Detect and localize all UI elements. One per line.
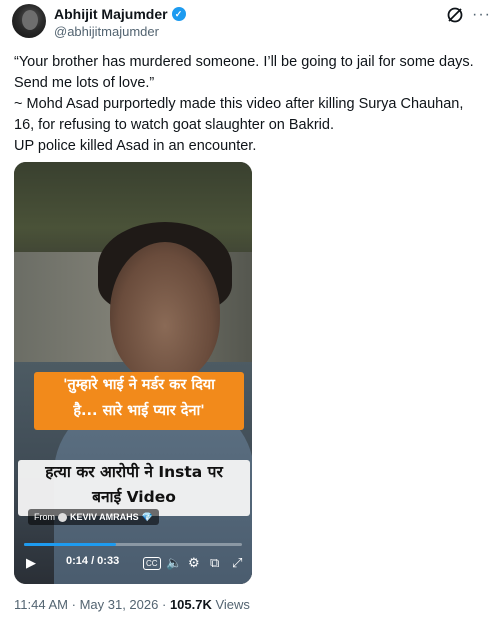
video-player[interactable]: 'तुम्हारे भाई ने मर्डर कर दिया है... सार… [14,162,252,584]
author-name[interactable]: Abhijit Majumder [54,6,168,22]
tweet-line: 16, for refusing to watch goat slaughter… [14,117,334,133]
video-person-face [110,242,220,382]
captions-icon[interactable]: CC [143,557,161,570]
author-handle[interactable]: @abhijitmajumder [54,24,159,39]
fullscreen-icon[interactable]: ⤢ [232,554,242,572]
video-controls: ▶ 0:14 / 0:33 CC 🔈 ⚙ ⧉ ⤢ [14,552,252,576]
source-name[interactable]: KEVIV AMRAHS [70,509,139,525]
tweet-card: Abhijit Majumder ✓ @abhijitmajumder ··· … [0,0,497,632]
video-caption-top: 'तुम्हारे भाई ने मर्डर कर दिया है... सार… [34,372,244,430]
from-label: From [34,512,55,522]
avatar[interactable] [12,4,46,38]
play-icon[interactable]: ▶ [26,554,36,572]
tweet-line: UP police killed Asad in an encounter. [14,138,257,154]
tweet-line: “Your brother has murdered someone. I’ll… [14,54,474,70]
tweet-meta: 11:44 AM · May 31, 2026 · 105.7K Views [14,597,250,612]
diamond-icon: 💎 [141,512,153,522]
author-name-row[interactable]: Abhijit Majumder ✓ [54,6,186,22]
separator: · [71,597,76,612]
tweet-line: Send me lots of love.” [14,75,155,91]
views-count: 105.7K [169,597,212,612]
settings-icon[interactable]: ⚙ [188,554,200,572]
caption-bottom-line: बनाई Video [92,488,176,506]
tweet-line: ~ Mohd Asad purportedly made this video … [14,96,464,112]
more-options-icon[interactable]: ··· [472,6,491,24]
video-caption-bottom: हत्या कर आरोपी ने Insta पर बनाई Video [18,460,250,516]
source-avatar-icon [58,512,67,522]
tweet-text: “Your brother has murdered someone. I’ll… [14,52,489,157]
video-progress-bar[interactable] [24,543,242,546]
video-progress-fill [24,543,117,546]
source-attribution[interactable]: From KEVIV AMRAHS 💎 [28,509,159,525]
tweet-time[interactable]: 11:44 AM [14,597,68,612]
caption-bottom-line: हत्या कर आरोपी ने Insta पर [45,463,223,481]
video-time: 0:14 / 0:33 [66,555,120,567]
caption-top-line: 'तुम्हारे भाई ने मर्डर कर दिया [63,377,215,393]
picture-in-picture-icon[interactable]: ⧉ [210,554,219,572]
grok-icon[interactable] [446,6,464,24]
tweet-date[interactable]: May 31, 2026 [80,597,159,612]
separator: · [161,597,167,612]
verified-badge-icon: ✓ [171,7,186,21]
views-label: Views [215,597,250,612]
caption-top-line: है... सारे भाई प्यार देना' [73,403,205,419]
volume-icon[interactable]: 🔈 [166,554,182,572]
